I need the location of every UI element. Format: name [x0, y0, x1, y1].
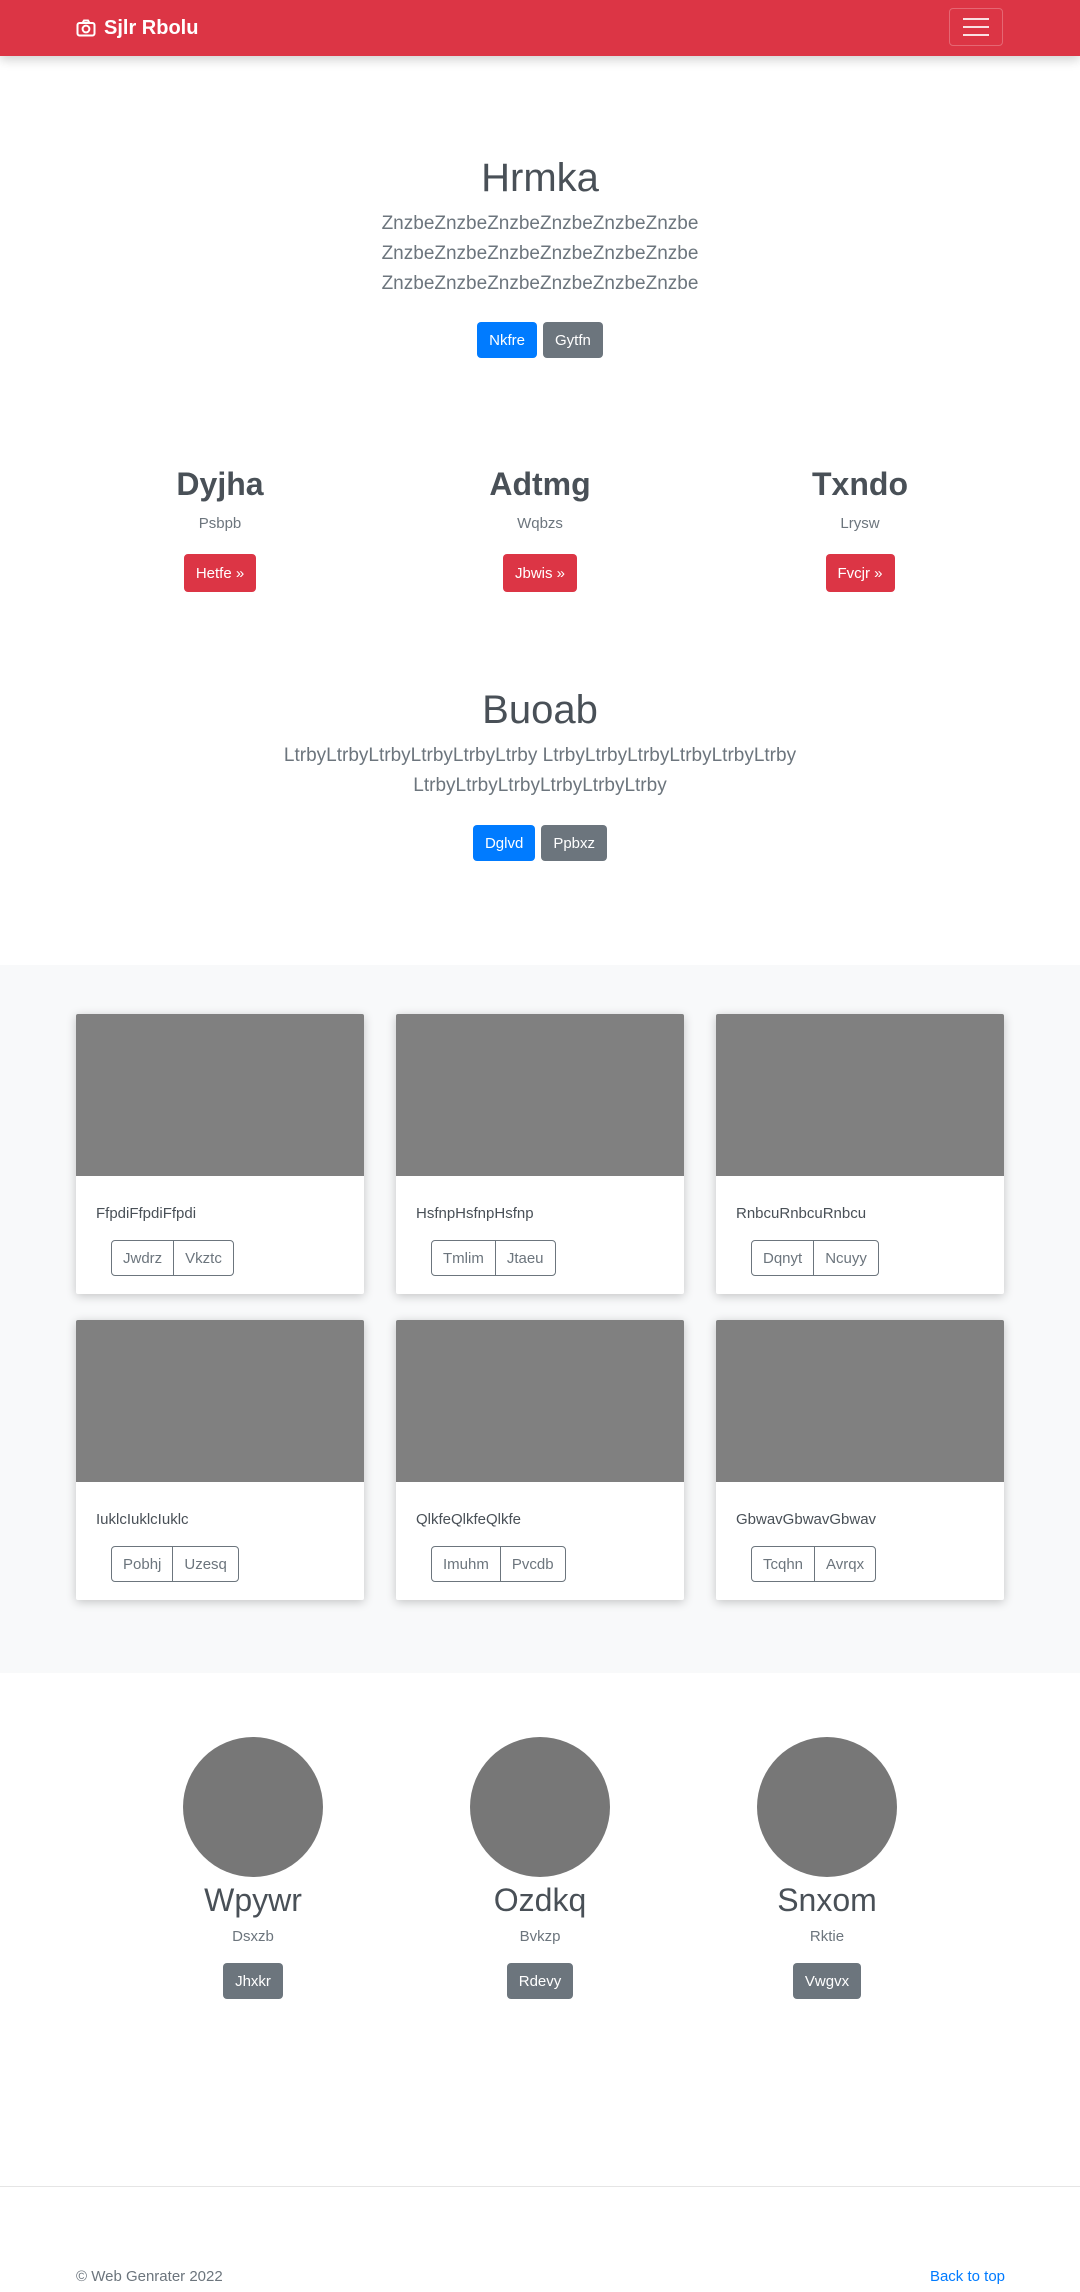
back-to-top-link[interactable]: Back to top [930, 2268, 1005, 2285]
member-name: Ozdkq [493, 1882, 587, 1918]
section-buttons: Dglvd Ppbxz [0, 825, 1080, 861]
card-button-group: Dqnyt Ncuyy [751, 1240, 879, 1276]
feature-title: Adtmg [489, 466, 591, 502]
card-button[interactable]: Tcqhn [751, 1546, 816, 1582]
hero-primary-button[interactable]: Nkfre [477, 322, 537, 358]
card-image-placeholder [76, 1014, 364, 1176]
feature-column: Adtmg Wqbzs Jbwis » [390, 462, 690, 592]
member-name: Wpywr [204, 1882, 302, 1918]
section-title: Buoab [482, 688, 598, 732]
card-button[interactable]: Pvcdb [499, 1546, 566, 1582]
card-button-group: Imuhm Pvcdb [431, 1546, 566, 1582]
card-button[interactable]: Uzesq [172, 1546, 239, 1582]
card-text: HsfnpHsfnpHsfnp [416, 1205, 534, 1222]
team-member: Ozdkq Bvkzp Rdevy [430, 1737, 650, 1999]
brand-name: Sjlr Rbolu [104, 16, 199, 39]
album-card: GbwavGbwavGbwav Tcqhn Avrqx [716, 1320, 1004, 1600]
card-button[interactable]: Pobhj [111, 1546, 174, 1582]
member-button[interactable]: Jhxkr [223, 1963, 283, 1999]
hero-title: Hrmka [481, 156, 599, 200]
card-text: IuklcIuklcIuklc [96, 1511, 189, 1528]
feature-text: Psbpb [198, 515, 242, 532]
feature-title: Txndo [812, 466, 908, 502]
feature-title: Dyjha [176, 466, 264, 502]
feature-button[interactable]: Jbwis » [502, 554, 578, 592]
card-button[interactable]: Imuhm [431, 1546, 501, 1582]
camera-icon [76, 19, 96, 37]
navbar-toggler-button[interactable] [949, 8, 1003, 46]
card-text: GbwavGbwavGbwav [736, 1511, 877, 1528]
copyright-text: © Web Genrater 2022 [76, 2268, 223, 2285]
avatar [183, 1737, 323, 1877]
navbar: Sjlr Rbolu [0, 0, 1080, 56]
member-name: Snxom [777, 1882, 877, 1918]
feature-column: Dyjha Psbpb Hetfe » [70, 462, 370, 592]
card-image-placeholder [716, 1014, 1004, 1176]
hero-line-2: ZnzbeZnzbeZnzbeZnzbeZnzbeZnzbe [381, 243, 699, 264]
card-text: QlkfeQlkfeQlkfe [416, 1511, 522, 1528]
card-button-group: Tcqhn Avrqx [751, 1546, 877, 1582]
section-line-2: LtrbyLtrbyLtrbyLtrbyLtrbyLtrby [413, 775, 667, 796]
feature-column: Txndo Lrysw Fvcjr » [710, 462, 1010, 592]
album-card: IuklcIuklcIuklc Pobhj Uzesq [76, 1320, 364, 1600]
feature-text: Lrysw [840, 515, 880, 532]
card-image-placeholder [396, 1014, 684, 1176]
member-button[interactable]: Vwgvx [792, 1963, 862, 1999]
feature-text: Wqbzs [517, 515, 563, 532]
card-image-placeholder [396, 1320, 684, 1482]
team-member: Wpywr Dsxzb Jhxkr [143, 1737, 363, 1999]
hero-line-1: ZnzbeZnzbeZnzbeZnzbeZnzbeZnzbe [381, 213, 699, 234]
brand-link[interactable]: Sjlr Rbolu [76, 14, 198, 42]
card-image-placeholder [716, 1320, 1004, 1482]
album-card: HsfnpHsfnpHsfnp Tmlim Jtaeu [396, 1014, 684, 1294]
card-button[interactable]: Jtaeu [494, 1240, 556, 1276]
feature-button[interactable]: Hetfe » [183, 554, 257, 592]
section-primary-button[interactable]: Dglvd [472, 825, 536, 861]
card-button-group: Jwdrz Vkztc [111, 1240, 234, 1276]
hero-secondary-button[interactable]: Gytfn [542, 322, 603, 358]
card-text: RnbcuRnbcuRnbcu [736, 1205, 867, 1222]
member-button[interactable]: Rdevy [506, 1963, 574, 1999]
card-button[interactable]: Jwdrz [111, 1240, 175, 1276]
feature-button[interactable]: Fvcjr » [825, 554, 895, 592]
hero-buttons: Nkfre Gytfn [0, 322, 1080, 358]
member-role: Bvkzp [519, 1928, 561, 1945]
album-card: RnbcuRnbcuRnbcu Dqnyt Ncuyy [716, 1014, 1004, 1294]
card-button[interactable]: Vkztc [173, 1240, 234, 1276]
avatar [757, 1737, 897, 1877]
team-member: Snxom Rktie Vwgvx [717, 1737, 937, 1999]
footer-divider [0, 2186, 1080, 2187]
section-secondary-button[interactable]: Ppbxz [541, 825, 608, 861]
hamburger-icon [963, 18, 989, 20]
card-button[interactable]: Avrqx [814, 1546, 877, 1582]
album-card: QlkfeQlkfeQlkfe Imuhm Pvcdb [396, 1320, 684, 1600]
card-button[interactable]: Ncuyy [813, 1240, 879, 1276]
album-card: FfpdiFfpdiFfpdi Jwdrz Vkztc [76, 1014, 364, 1294]
avatar [470, 1737, 610, 1877]
album-section: FfpdiFfpdiFfpdi Jwdrz Vkztc HsfnpHsfnpHs… [0, 965, 1080, 1673]
member-role: Dsxzb [232, 1928, 274, 1945]
card-image-placeholder [76, 1320, 364, 1482]
hero-line-3: ZnzbeZnzbeZnzbeZnzbeZnzbeZnzbe [381, 273, 699, 294]
card-button-group: Tmlim Jtaeu [431, 1240, 556, 1276]
card-button[interactable]: Dqnyt [751, 1240, 815, 1276]
card-button-group: Pobhj Uzesq [111, 1546, 239, 1582]
member-role: Rktie [809, 1928, 845, 1945]
section-line-1: LtrbyLtrbyLtrbyLtrbyLtrbyLtrby LtrbyLtrb… [283, 745, 797, 766]
card-text: FfpdiFfpdiFfpdi [96, 1205, 197, 1222]
card-button[interactable]: Tmlim [431, 1240, 496, 1276]
